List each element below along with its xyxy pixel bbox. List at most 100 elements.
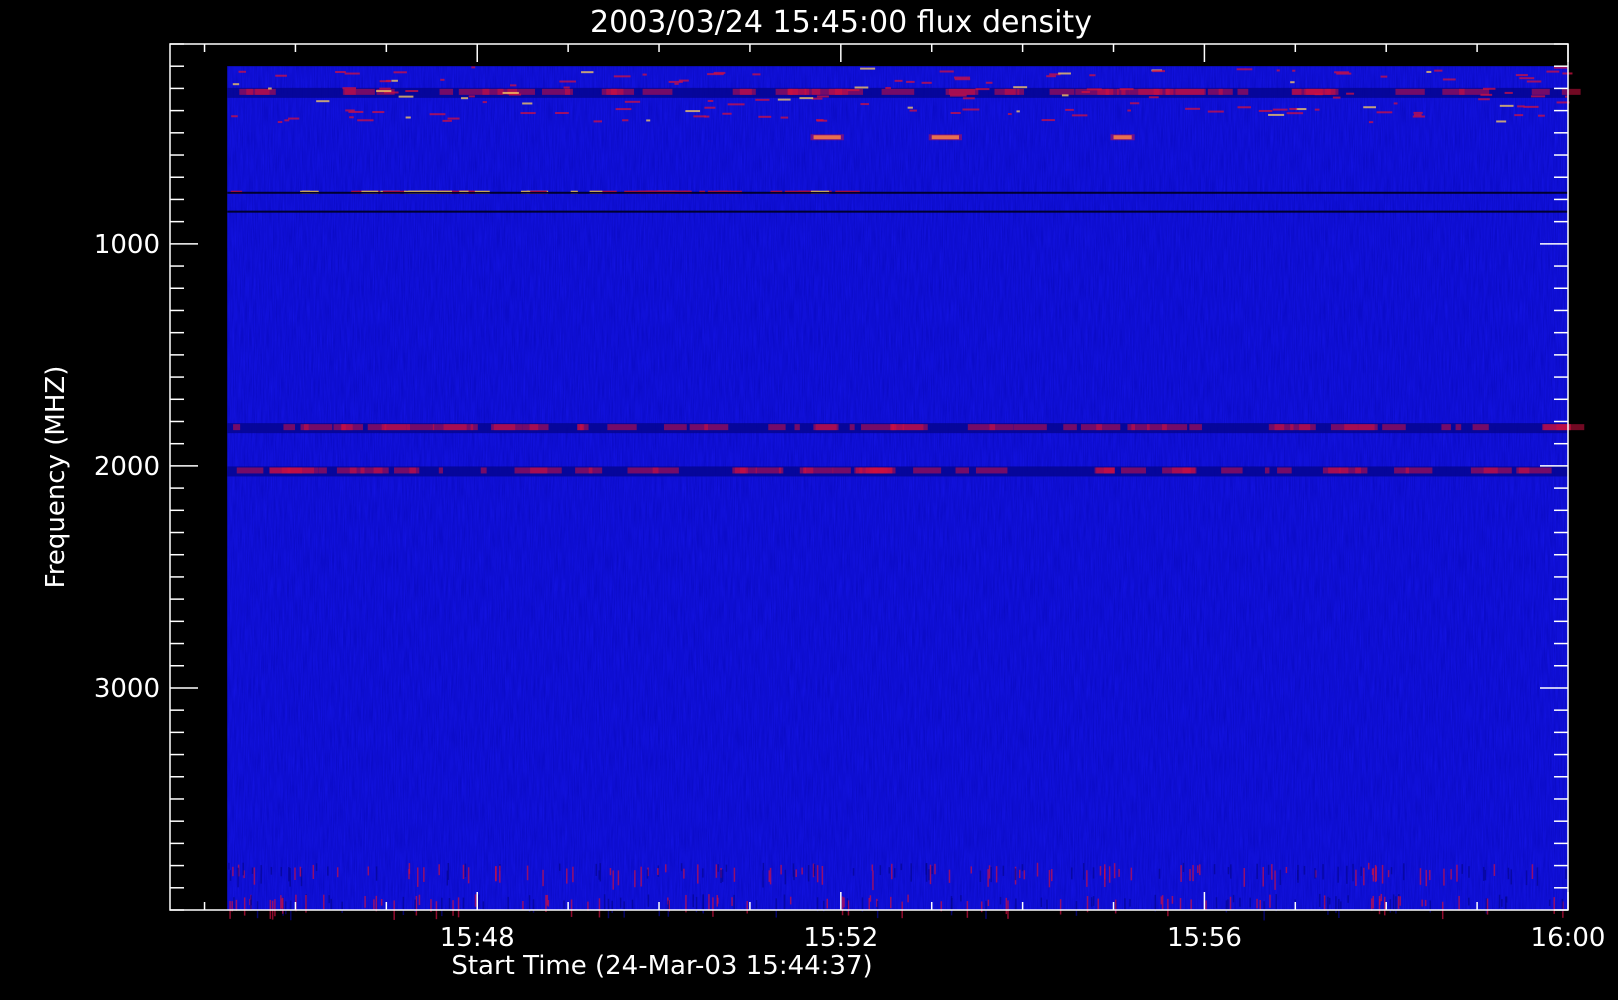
heatmap-noise-streak bbox=[852, 868, 855, 876]
heatmap-top-speck bbox=[1480, 93, 1493, 96]
heatmap-noise-streak bbox=[1232, 894, 1235, 903]
heatmap-noise-streak bbox=[1525, 870, 1528, 886]
heatmap-noise-streak bbox=[1182, 862, 1185, 873]
heatmap-top-speck bbox=[1504, 91, 1513, 94]
heatmap-band-speck bbox=[239, 88, 253, 95]
heatmap-top-speck bbox=[755, 98, 770, 101]
heatmap-noise-streak bbox=[609, 868, 612, 876]
heatmap-noise-streak bbox=[1565, 868, 1567, 879]
heatmap-noise-streak bbox=[408, 863, 411, 874]
heatmap-top-speck bbox=[962, 108, 980, 111]
heatmap-band-speck bbox=[861, 424, 895, 431]
heatmap-top-speck bbox=[1292, 69, 1296, 72]
heatmap-top-speck bbox=[268, 87, 272, 90]
heatmap-band-speck bbox=[1013, 424, 1047, 431]
heatmap-noise-streak bbox=[1192, 865, 1194, 882]
heatmap-noise-streak bbox=[546, 894, 549, 906]
heatmap-noise-streak bbox=[1213, 864, 1216, 875]
heatmap-top-speck bbox=[860, 103, 870, 106]
heatmap-noise-streak bbox=[522, 900, 524, 910]
heatmap-band-speck bbox=[575, 467, 593, 474]
heatmap-band-speck bbox=[1339, 467, 1349, 474]
heatmap-top-speck bbox=[962, 97, 975, 100]
heatmap-noise-streak bbox=[1421, 899, 1423, 907]
heatmap-noise-streak bbox=[447, 862, 450, 880]
heatmap-top-speck bbox=[1496, 120, 1507, 123]
heatmap-top-speck bbox=[231, 115, 238, 118]
heatmap-band-speck bbox=[975, 467, 1008, 474]
heatmap-top-speck bbox=[581, 71, 594, 74]
heatmap-noise-streak bbox=[970, 866, 973, 874]
spectrogram-chart: 2003/03/24 15:45:00 flux density 15:48 15… bbox=[41, 5, 1605, 981]
heatmap-band-speck bbox=[989, 424, 1014, 431]
heatmap-noise-streak bbox=[1124, 898, 1126, 911]
heatmap-noise-streak bbox=[725, 864, 728, 872]
heatmap-noise-streak bbox=[891, 863, 893, 880]
heatmap-noise-streak bbox=[1215, 897, 1218, 909]
y-tick-labels: 1000 2000 3000 bbox=[94, 230, 160, 704]
heatmap-top-speck bbox=[894, 79, 903, 82]
heatmap-noise-streak bbox=[1424, 899, 1427, 907]
heatmap-noise-streak bbox=[879, 865, 882, 876]
heatmap-top-speck bbox=[1346, 92, 1355, 95]
heatmap-noise-streak bbox=[1392, 894, 1395, 912]
heatmap-band-speck bbox=[955, 467, 970, 474]
heatmap-top-speck bbox=[277, 121, 283, 124]
heatmap-top-speck bbox=[907, 106, 913, 109]
heatmap-band-speck bbox=[849, 424, 855, 431]
heatmap-band-speck bbox=[281, 467, 315, 474]
heatmap-noise-streak bbox=[1256, 863, 1258, 880]
heatmap-band-speck bbox=[482, 88, 504, 95]
heatmap-noise-streak bbox=[1355, 869, 1357, 886]
heatmap-noise-streak bbox=[948, 869, 951, 883]
heatmap-noise-streak bbox=[1199, 864, 1201, 876]
heatmap-noise-streak bbox=[364, 896, 366, 908]
heatmap-top-speck bbox=[559, 80, 576, 83]
heatmap-top-speck bbox=[1276, 69, 1280, 72]
heatmap-noise-streak bbox=[888, 867, 891, 874]
heatmap-noise-streak bbox=[312, 864, 315, 879]
heatmap-band-speck bbox=[855, 467, 878, 474]
heatmap-band-speck bbox=[1177, 88, 1206, 95]
heatmap-noise-streak bbox=[1092, 867, 1095, 879]
heatmap-band-speck bbox=[652, 467, 679, 474]
heatmap-band-speck bbox=[755, 467, 782, 474]
heatmap-noise-streak bbox=[657, 868, 659, 875]
heatmap-noise-streak bbox=[1458, 895, 1460, 911]
heatmap-top-speck bbox=[1041, 119, 1055, 122]
heatmap-noise-streak bbox=[448, 898, 451, 909]
heatmap-noise-streak bbox=[816, 897, 819, 912]
heatmap-noise-streak bbox=[253, 867, 256, 885]
heatmap-band-speck bbox=[775, 88, 793, 95]
heatmap-noise-streak bbox=[1297, 870, 1299, 880]
heatmap-band-speck bbox=[541, 88, 571, 95]
heatmap-noise-streak bbox=[987, 869, 989, 887]
heatmap-noise-streak bbox=[826, 898, 829, 909]
heatmap-band-speck bbox=[1442, 88, 1465, 95]
heatmap-band-speck bbox=[1355, 467, 1368, 474]
heatmap-top-speck bbox=[405, 116, 411, 119]
heatmap-noise-streak bbox=[1051, 868, 1053, 882]
heatmap-band-speck bbox=[892, 424, 924, 431]
heatmap-noise-streak bbox=[1548, 899, 1551, 907]
heatmap-top-speck bbox=[1517, 105, 1525, 108]
heatmap-noise-streak bbox=[289, 868, 291, 887]
heatmap-noise-streak bbox=[1002, 865, 1005, 876]
heatmap-noise-streak bbox=[1346, 865, 1348, 884]
heatmap-top-speck bbox=[693, 115, 707, 118]
heatmap-noise-streak bbox=[1399, 896, 1401, 906]
heatmap-top-speck bbox=[1314, 108, 1320, 111]
heatmap-noise-streak bbox=[1015, 898, 1017, 911]
heatmap-top-speck bbox=[953, 76, 971, 79]
heatmap-noise-streak bbox=[280, 895, 282, 911]
heatmap-noise-streak bbox=[821, 865, 824, 885]
heatmap-band-speck bbox=[439, 88, 454, 95]
heatmap-noise-streak bbox=[1113, 863, 1116, 879]
heatmap-band-speck bbox=[803, 467, 814, 474]
heatmap-top-speck bbox=[238, 70, 247, 73]
heatmap-band-speck bbox=[1063, 424, 1077, 431]
heatmap-noise-streak bbox=[495, 866, 497, 882]
heatmap-top-speck bbox=[950, 111, 961, 114]
heatmap-noise-streak bbox=[801, 867, 803, 875]
heatmap-noise-streak bbox=[680, 863, 683, 872]
